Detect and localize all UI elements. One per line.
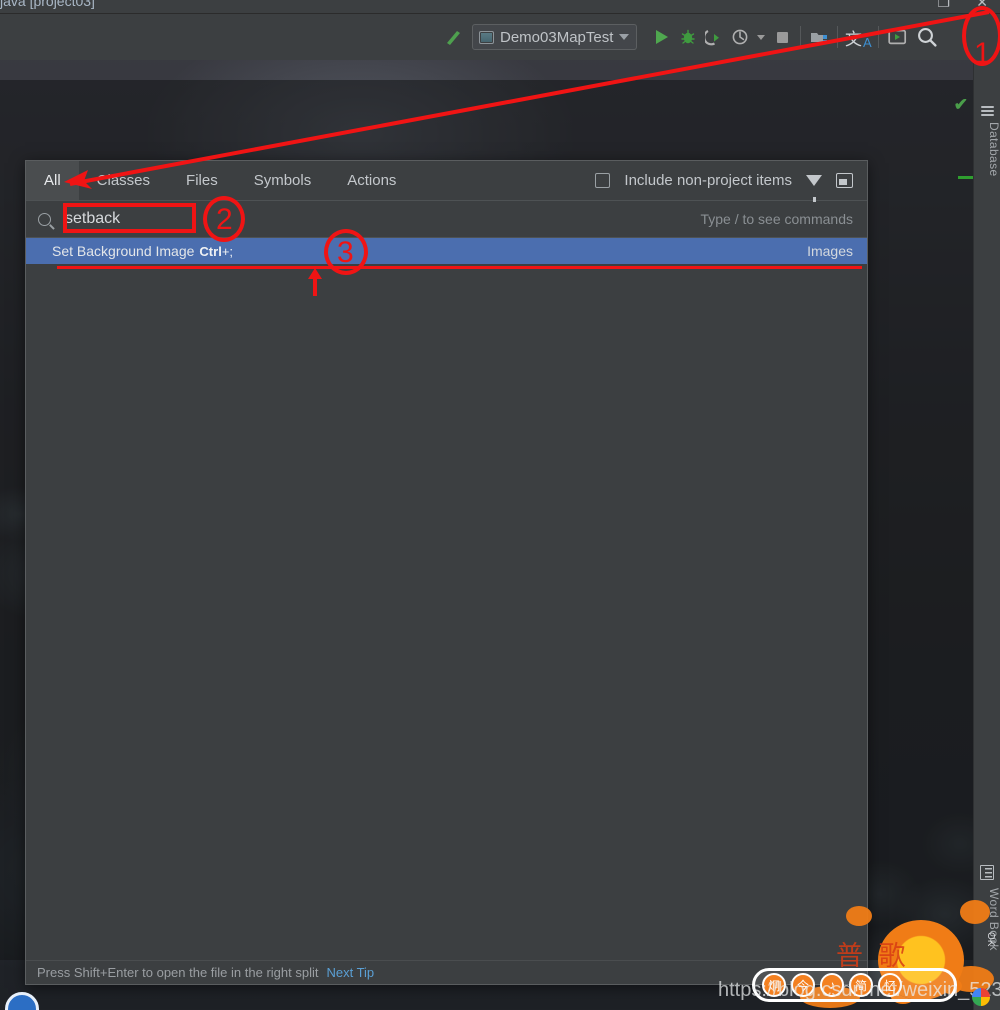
search-everywhere-tabs: All Classes Files Symbols Actions Includ… — [26, 161, 867, 202]
preview-panel-icon[interactable] — [836, 173, 853, 188]
translate-button[interactable]: 文 A — [843, 24, 873, 51]
toolbar-separator — [837, 26, 839, 48]
translate-cn-glyph: 文 — [845, 29, 863, 49]
restore-window-icon[interactable]: ❐ — [937, 0, 950, 11]
translate-a-glyph: A — [863, 35, 872, 50]
stop-square-icon — [776, 31, 788, 43]
tab-classes-label: Classes — [96, 172, 151, 189]
run-configuration-selector[interactable]: Demo03MapTest — [472, 24, 638, 50]
profiler-dropdown-icon[interactable] — [753, 24, 769, 50]
tab-actions[interactable]: Actions — [329, 161, 414, 200]
run-configuration-icon — [479, 30, 494, 44]
result-shortcut-key: +; — [221, 243, 234, 259]
tab-classes[interactable]: Classes — [79, 161, 168, 200]
next-tip-link[interactable]: Next Tip — [326, 965, 374, 980]
chevron-down-icon[interactable] — [619, 34, 630, 40]
search-everywhere-popup: All Classes Files Symbols Actions Includ… — [25, 160, 868, 985]
toolbar-separator — [878, 26, 880, 48]
search-everywhere-button[interactable] — [914, 24, 940, 50]
tab-files-label: Files — [186, 172, 218, 189]
run-button[interactable] — [649, 24, 675, 50]
search-everywhere-tab-options: Include non-project items — [595, 161, 867, 202]
word-book-icon — [980, 865, 994, 880]
watermark-color-wheel-icon — [972, 988, 990, 1006]
screen-root: ✔ java [project03] ❐ ✕ Demo03MapTest 文 A… — [0, 0, 1000, 1010]
tab-actions-label: Actions — [347, 172, 397, 189]
profiler-button[interactable] — [727, 24, 753, 50]
filter-funnel-icon[interactable] — [806, 175, 822, 202]
window-title: java [project03] — [0, 0, 95, 9]
result-row[interactable]: Set Background Image Ctrl+; Images — [26, 238, 867, 264]
include-non-project-checkbox[interactable] — [595, 173, 611, 188]
inspection-ok-check-icon: ✔ — [953, 95, 968, 114]
debug-button[interactable] — [675, 24, 701, 50]
result-shortcut-modifier: Ctrl — [199, 243, 222, 259]
tab-all[interactable]: All — [26, 161, 79, 200]
database-icon — [981, 106, 994, 118]
commands-hint: Type / to see commands — [700, 211, 853, 227]
result-shortcut: Ctrl+; — [199, 244, 233, 259]
main-toolbar: Demo03MapTest 文 A — [0, 14, 1000, 60]
run-with-coverage-button[interactable] — [701, 24, 727, 50]
right-tool-window-bar: Database Word Book — [973, 60, 1000, 1010]
play-icon — [656, 30, 669, 44]
window-titlebar: java [project03] ❐ ✕ — [0, 0, 1000, 14]
search-results-list[interactable]: Set Background Image Ctrl+; Images — [26, 238, 867, 960]
run-anything-button[interactable] — [884, 24, 910, 50]
result-title: Set Background Image — [52, 243, 195, 259]
tool-window-database[interactable]: Database — [974, 122, 1000, 177]
close-window-icon[interactable]: ✕ — [976, 0, 988, 11]
build-hammer-icon[interactable] — [440, 24, 466, 50]
watermark-splash — [846, 906, 872, 926]
include-non-project-label[interactable]: Include non-project items — [624, 172, 792, 189]
result-group-label: Images — [807, 243, 853, 259]
search-icon — [38, 212, 51, 226]
search-field-row: Type / to see commands — [26, 201, 867, 238]
watermark-url: https://blog.csdn.net/weixin_52309367 — [718, 979, 1000, 1001]
tab-all-label: All — [44, 172, 61, 189]
stop-button[interactable] — [769, 24, 795, 50]
tab-symbols-label: Symbols — [253, 172, 312, 189]
watermark-corner-text: OK — [985, 932, 996, 947]
watermark-splash — [960, 900, 990, 924]
tab-symbols[interactable]: Symbols — [236, 161, 330, 200]
search-input[interactable] — [65, 210, 701, 228]
tab-files[interactable]: Files — [168, 161, 236, 200]
run-configuration-name: Demo03MapTest — [500, 28, 614, 46]
project-structure-button[interactable] — [806, 24, 832, 50]
toolbar-separator — [800, 26, 802, 48]
footer-tip-text: Press Shift+Enter to open the file in th… — [37, 965, 319, 980]
